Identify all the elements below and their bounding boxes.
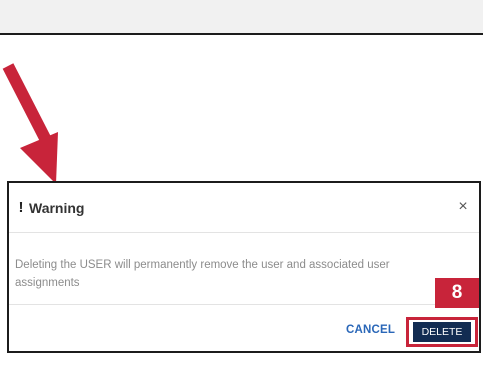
top-toolbar xyxy=(0,0,483,33)
dialog-body: Deleting the USER will permanently remov… xyxy=(9,233,479,305)
dialog-title: Warning xyxy=(29,200,85,216)
dialog-header: ! Warning × xyxy=(9,183,479,233)
step-badge: 8 xyxy=(435,278,479,308)
delete-button[interactable]: DELETE xyxy=(413,322,471,342)
pointer-arrow-shaft xyxy=(2,63,56,151)
warning-dialog: ! Warning × Deleting the USER will perma… xyxy=(7,181,481,353)
pointer-arrow-head xyxy=(20,132,58,184)
pointer-arrow-icon xyxy=(2,63,58,184)
cancel-button[interactable]: CANCEL xyxy=(346,324,395,336)
dialog-message: Deleting the USER will permanently remov… xyxy=(15,259,390,289)
exclamation-icon: ! xyxy=(18,199,24,216)
close-icon[interactable]: × xyxy=(455,199,471,215)
